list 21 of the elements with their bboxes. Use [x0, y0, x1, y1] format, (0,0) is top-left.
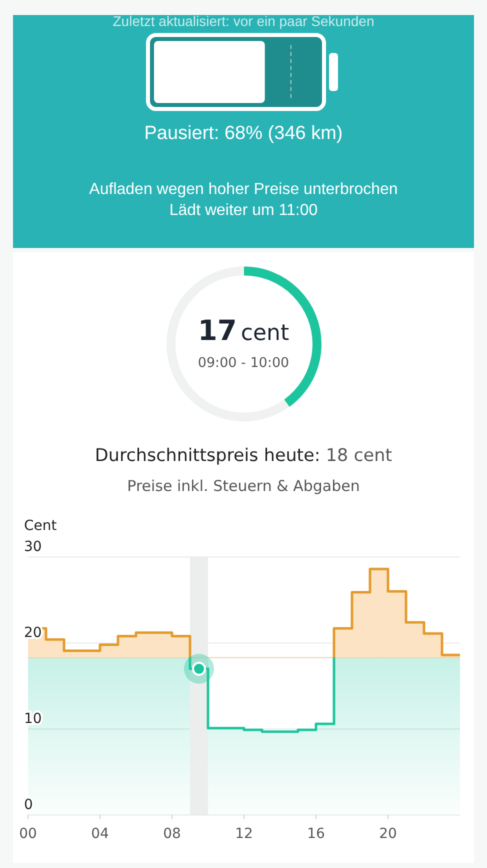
x-axis-label: 20	[379, 826, 397, 842]
last-updated-text: Zuletzt aktualisiert: vor ein paar Sekunden	[112, 15, 374, 29]
x-axis-label: 04	[91, 826, 109, 842]
y-axis-label: 10	[24, 711, 42, 727]
x-axis-label: 12	[235, 826, 253, 842]
price-note: Preise inkl. Steuern & Abgaben	[127, 477, 360, 495]
x-axis-label: 00	[19, 826, 37, 842]
charging-status: Pausiert: 68% (346 km)	[144, 123, 343, 145]
resume-time-text: Lädt weiter um 11:00	[169, 201, 318, 221]
average-price-label: Durchschnittspreis heute:	[94, 446, 320, 466]
current-price-value: 17	[198, 314, 237, 347]
price-unit: cent	[240, 321, 290, 346]
y-axis-label: 20	[24, 625, 42, 641]
pause-message: Aufladen wegen hoher Preise unterbrochen	[89, 180, 398, 200]
y-axis-label: 30	[24, 539, 42, 555]
x-axis-label: 16	[307, 826, 325, 842]
y-axis-label: 0	[24, 797, 33, 813]
y-axis-title: Cent	[24, 518, 57, 534]
time-range: 09:00 - 10:00	[198, 355, 290, 371]
average-price-value: 18 cent	[326, 446, 392, 466]
x-axis-label: 08	[163, 826, 181, 842]
